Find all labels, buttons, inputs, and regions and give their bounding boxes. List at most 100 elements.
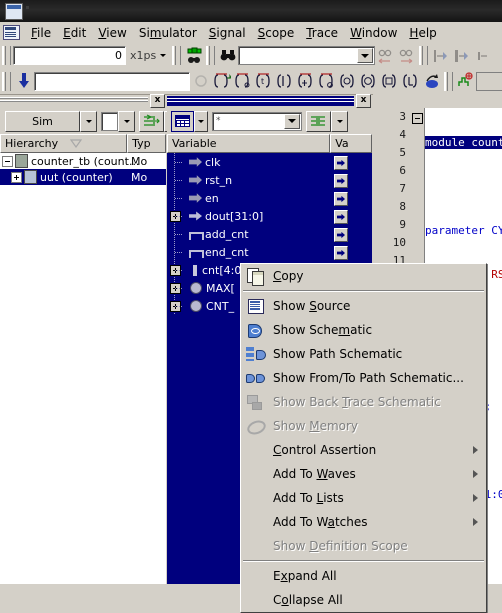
step-into-icon[interactable] <box>430 45 451 66</box>
sim-panel-grip[interactable] <box>0 96 148 106</box>
variable-value-arrow-button[interactable] <box>334 246 348 260</box>
hierarchy-row-uut[interactable]: uut (counter) Mo <box>0 169 166 185</box>
sim-filter-dropdown[interactable] <box>118 110 135 132</box>
variable-context-menu[interactable]: Copy Show Source Show Schematic Show Pat… <box>240 263 487 613</box>
expander-plus-icon[interactable] <box>11 171 22 183</box>
menu-help[interactable]: Help <box>403 24 442 42</box>
trace-load-icon[interactable] <box>232 71 253 92</box>
trace-loop-icon[interactable] <box>358 71 379 92</box>
menu-file[interactable]: File <box>25 24 57 42</box>
sort-variables-dropdown[interactable] <box>331 110 348 132</box>
sim-mode-dropdown[interactable] <box>80 110 97 132</box>
goto-time-icon[interactable] <box>13 71 34 92</box>
context-menu-item-show-memory: Show Memory <box>241 414 486 438</box>
trace-fall-icon[interactable] <box>316 71 337 92</box>
context-menu-item-control-assertion[interactable]: Control Assertion <box>241 438 486 462</box>
toolbar-grip-4[interactable] <box>419 46 429 65</box>
expander-minus-icon[interactable] <box>2 155 13 167</box>
variable-row-clk[interactable]: clk <box>167 153 372 171</box>
variable-value-arrow-button[interactable] <box>334 210 348 224</box>
trace-path-icon[interactable] <box>400 71 421 92</box>
menu-simulator[interactable]: Simulator <box>133 24 203 42</box>
variable-row-en[interactable]: en <box>167 189 372 207</box>
time-unit-selector[interactable]: x1ps <box>126 49 170 62</box>
menu-window[interactable]: Window <box>344 24 403 42</box>
variable-value-arrow-button[interactable] <box>334 192 348 206</box>
sim-time-field[interactable]: 0 <box>13 46 126 65</box>
wave-group-combo[interactable] <box>476 71 502 91</box>
find-previous-icon[interactable] <box>375 45 396 66</box>
no-trace-icon[interactable] <box>190 71 211 92</box>
context-menu-item-add-to-watches[interactable]: Add To Watches <box>241 510 486 534</box>
toolbar-grip-2[interactable] <box>172 46 182 65</box>
variable-value-arrow-button[interactable] <box>334 156 348 170</box>
find-binoculars-icon[interactable] <box>217 45 238 66</box>
search-combo[interactable] <box>238 46 376 65</box>
variable-filter-combo[interactable]: * <box>212 111 302 131</box>
context-menu-item-show-schematic[interactable]: Show Schematic <box>241 318 486 342</box>
trace-driver-icon[interactable] <box>211 71 232 92</box>
column-header-variable[interactable]: Variable <box>167 134 331 153</box>
app-menu-icon[interactable] <box>3 25 20 40</box>
toolbar-grip-6[interactable] <box>444 71 453 91</box>
find-next-icon[interactable] <box>396 45 417 66</box>
variable-panel-grip[interactable] <box>167 96 354 106</box>
chevron-down-icon[interactable] <box>284 113 300 129</box>
column-header-type[interactable]: Typ <box>127 134 166 153</box>
trace-undo-icon[interactable] <box>421 71 442 92</box>
step-out-icon[interactable] <box>472 45 493 66</box>
context-menu-item-show-fromto-path-schematic[interactable]: Show From/To Path Schematic... <box>241 366 486 390</box>
column-header-value[interactable]: Va <box>330 134 372 153</box>
toolbar-grip-3[interactable] <box>206 46 216 65</box>
context-menu-item-collapse-all[interactable]: Collapse All <box>241 588 486 612</box>
context-menu-item-show-path-schematic[interactable]: Show Path Schematic <box>241 342 486 366</box>
variable-grid-dropdown[interactable] <box>194 110 208 132</box>
trace-back-icon[interactable] <box>337 71 358 92</box>
menu-edit[interactable]: Edit <box>57 24 92 42</box>
trace-time-field[interactable] <box>34 71 190 91</box>
hierarchy-tree[interactable]: counter_tb (count... Mo uut (counter) Mo <box>0 153 166 584</box>
menu-signal[interactable]: Signal <box>203 24 252 42</box>
variable-row-rst_n[interactable]: rst_n <box>167 171 372 189</box>
variable-grid-icon[interactable] <box>171 110 194 132</box>
simulator-binoculars-icon[interactable] <box>183 45 204 66</box>
expander-plus-icon[interactable] <box>170 301 181 312</box>
trace-rise-icon[interactable] <box>295 71 316 92</box>
sim-panel-close-button[interactable]: x <box>150 94 165 108</box>
sort-variables-icon[interactable] <box>306 110 331 132</box>
variable-value-arrow-button[interactable] <box>334 174 348 188</box>
toolbar-grip-5[interactable] <box>2 71 11 91</box>
sync-scope-icon[interactable] <box>139 110 164 132</box>
menu-trace[interactable]: Trace <box>300 24 344 42</box>
variable-row-add_cnt[interactable]: add_cnt <box>167 225 372 243</box>
menu-view[interactable]: View <box>92 24 132 42</box>
context-menu-item-add-to-lists[interactable]: Add To Lists <box>241 486 486 510</box>
column-header-hierarchy[interactable]: Hierarchy <box>0 134 128 153</box>
expander-plus-icon[interactable] <box>170 211 181 222</box>
context-menu-item-show-source[interactable]: Show Source <box>241 294 486 318</box>
expander-plus-icon[interactable] <box>170 265 181 276</box>
variable-row-end_cnt[interactable]: end_cnt <box>167 243 372 261</box>
sim-mode-button[interactable]: Sim <box>5 110 80 132</box>
context-menu-item-expand-all[interactable]: Expand All <box>241 564 486 588</box>
variable-value-arrow-button[interactable] <box>334 228 348 242</box>
fold-collapse-icon[interactable] <box>412 113 423 124</box>
trace-any-edge-icon[interactable] <box>274 71 295 92</box>
sim-hierarchy-panel: Sim Hierarchy Typ counter_tb (count... M… <box>0 108 181 584</box>
variable-panel-close-button[interactable]: x <box>356 94 371 108</box>
step-over-icon[interactable] <box>451 45 472 66</box>
tree-guide <box>167 297 189 315</box>
trace-active-driver-icon[interactable]: t <box>253 71 274 92</box>
chevron-down-icon[interactable] <box>357 48 374 63</box>
sim-filter-input[interactable] <box>101 111 118 131</box>
context-menu-item-copy[interactable]: Copy <box>241 264 486 288</box>
trace-scope-icon[interactable] <box>379 71 400 92</box>
toolbar-grip[interactable] <box>2 46 11 65</box>
context-menu-item-add-to-waves[interactable]: Add To Waves <box>241 462 486 486</box>
variable-row-dout[interactable]: dout[31:0] <box>167 207 372 225</box>
hierarchy-row-counter-tb[interactable]: counter_tb (count... Mo <box>0 153 166 169</box>
add-to-wave-icon[interactable] <box>455 71 476 92</box>
menu-scope[interactable]: Scope <box>252 24 301 42</box>
expander-plus-icon[interactable] <box>170 283 181 294</box>
param-icon <box>190 282 202 294</box>
